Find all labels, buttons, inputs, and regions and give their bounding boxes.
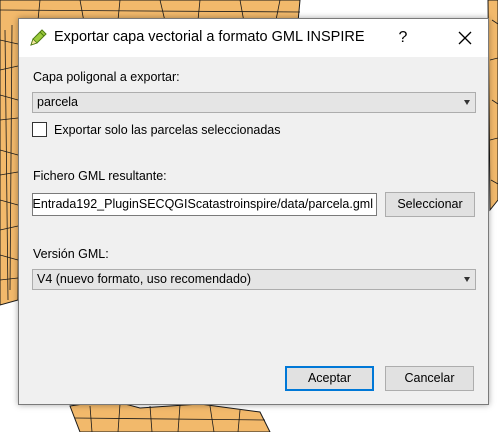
qgis-pencil-icon: [30, 29, 47, 46]
gml-file-input[interactable]: C:/Users/jrmartinez/Documents/Entrada192…: [32, 193, 377, 216]
selected-only-label: Exportar solo las parcelas seleccionadas: [54, 123, 281, 137]
close-icon: [458, 31, 472, 45]
cancel-button[interactable]: Cancelar: [385, 366, 474, 391]
layer-label: Capa poligonal a exportar:: [33, 70, 180, 84]
chevron-down-icon: [464, 277, 470, 282]
layer-select-value: parcela: [37, 95, 78, 109]
accept-button[interactable]: Aceptar: [285, 366, 374, 391]
export-gml-dialog: Exportar capa vectorial a formato GML IN…: [18, 18, 489, 405]
selected-only-checkbox[interactable]: [32, 122, 47, 137]
desktop-stage: Exportar capa vectorial a formato GML IN…: [0, 0, 498, 432]
title-bar: Exportar capa vectorial a formato GML IN…: [19, 19, 488, 57]
dialog-title: Exportar capa vectorial a formato GML IN…: [54, 29, 365, 45]
version-select[interactable]: V4 (nuevo formato, uso recomendado): [32, 269, 476, 290]
version-select-value: V4 (nuevo formato, uso recomendado): [37, 272, 252, 286]
file-label: Fichero GML resultante:: [33, 169, 167, 183]
help-button[interactable]: ?: [393, 19, 413, 57]
chevron-down-icon: [464, 100, 470, 105]
gml-file-value: C:/Users/jrmartinez/Documents/Entrada192…: [32, 197, 373, 211]
layer-select[interactable]: parcela: [32, 92, 476, 113]
close-button[interactable]: [442, 19, 488, 57]
version-label: Versión GML:: [33, 247, 109, 261]
select-file-button[interactable]: Seleccionar: [385, 192, 475, 217]
